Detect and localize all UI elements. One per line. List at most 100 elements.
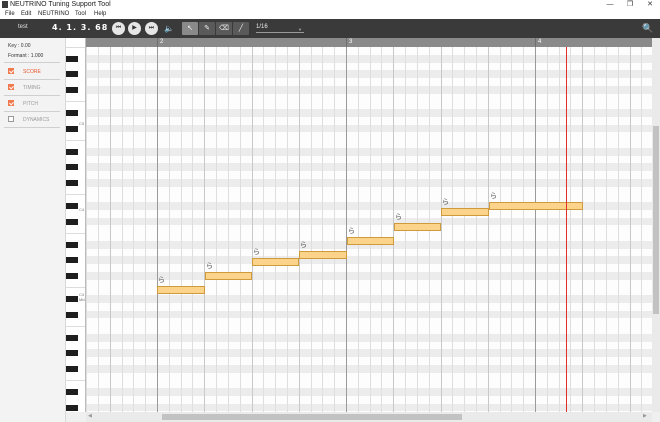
dynamics-label[interactable]: DYNAMICS — [23, 117, 49, 123]
divider — [4, 62, 60, 63]
grid-line — [181, 47, 182, 412]
grid-line — [86, 47, 87, 412]
minimize-button[interactable]: — — [600, 0, 620, 10]
black-key-row — [86, 388, 652, 396]
black-key[interactable] — [66, 350, 78, 357]
black-key-row — [86, 109, 652, 117]
grid-line — [452, 47, 453, 412]
black-key[interactable] — [66, 365, 78, 372]
note-block[interactable] — [252, 258, 299, 266]
black-key[interactable] — [66, 164, 78, 171]
black-key-row — [86, 364, 652, 373]
scroll-left-icon[interactable]: ◀ — [88, 413, 92, 419]
black-key[interactable] — [66, 110, 78, 116]
black-key[interactable] — [66, 148, 78, 155]
black-key[interactable] — [66, 179, 78, 186]
timeline-ruler[interactable]: 2 3 4 — [86, 38, 652, 47]
play-button[interactable]: ▶ — [128, 22, 141, 35]
black-key[interactable] — [66, 404, 78, 411]
score-label[interactable]: SCORE — [23, 69, 41, 75]
black-key[interactable] — [66, 272, 78, 279]
black-key[interactable] — [66, 125, 78, 132]
rewind-button[interactable]: ⏮ — [112, 22, 125, 35]
grid-line — [641, 47, 642, 412]
grid-line — [275, 47, 276, 412]
grid-line — [630, 47, 631, 412]
forward-button[interactable]: ⏭ — [145, 22, 158, 35]
black-key[interactable] — [66, 71, 78, 78]
bar-number-4: 4 — [538, 39, 542, 45]
white-key-divider — [66, 326, 85, 327]
search-icon[interactable]: 🔍 — [642, 22, 653, 35]
note-block[interactable] — [394, 223, 441, 231]
note-block[interactable] — [489, 202, 583, 210]
grid-line — [594, 47, 595, 412]
black-key[interactable] — [66, 389, 78, 395]
menu-tool[interactable]: Tool — [75, 11, 86, 18]
black-key[interactable] — [66, 334, 78, 341]
maximize-button[interactable]: ❐ — [620, 0, 640, 10]
grid-line — [322, 47, 323, 412]
note-lyric: ら — [158, 277, 165, 284]
grid-line — [547, 47, 548, 412]
scroll-right-icon[interactable]: ▶ — [643, 413, 647, 419]
grid-line — [358, 47, 359, 412]
horizontal-scrollbar[interactable]: ◀ ▶ — [86, 412, 652, 422]
octave-label: C5 — [79, 121, 85, 126]
piano-roll-grid[interactable]: らららららららら — [86, 47, 652, 412]
black-key[interactable] — [66, 311, 78, 318]
timing-checkbox[interactable] — [8, 84, 14, 90]
grid-line — [370, 47, 371, 412]
vertical-scroll-thumb[interactable] — [653, 126, 659, 314]
horizontal-scroll-thumb[interactable] — [162, 414, 462, 420]
note-lyric: ら — [206, 263, 213, 270]
pitch-label[interactable]: PITCH — [23, 101, 38, 107]
track-name: test — [18, 24, 28, 30]
vertical-scrollbar[interactable] — [652, 38, 660, 412]
control-panel: Key : 0.00 Formant : 1.000 SCORE TIMING … — [0, 38, 66, 422]
black-key[interactable] — [66, 296, 78, 302]
line-tool-button[interactable]: ╱ — [233, 22, 249, 35]
note-block[interactable] — [347, 237, 394, 245]
menu-bar: File Edit NEUTRINO Tool Help — [0, 10, 660, 19]
black-key[interactable] — [66, 241, 78, 248]
black-key[interactable] — [66, 55, 78, 62]
black-key-row — [86, 163, 652, 171]
grid-line — [192, 47, 193, 412]
menu-help[interactable]: Help — [94, 11, 106, 18]
grid-line — [618, 47, 619, 412]
timing-label[interactable]: TIMING — [23, 85, 41, 91]
position-display: 4. 1. 3. 68 — [52, 23, 109, 32]
piano-keyboard[interactable]: C5 C4 C4 Mid — [66, 38, 86, 412]
playhead[interactable] — [566, 47, 567, 412]
quantize-underline — [256, 32, 304, 33]
note-block[interactable] — [205, 272, 252, 280]
menu-neutrino[interactable]: NEUTRINO — [38, 11, 69, 18]
menu-edit[interactable]: Edit — [21, 11, 31, 18]
close-button[interactable]: ✕ — [640, 0, 660, 10]
formant-value: Formant : 1.000 — [8, 53, 44, 59]
note-block[interactable] — [157, 286, 205, 294]
eraser-tool-button[interactable]: ⌫ — [216, 22, 232, 35]
black-key[interactable] — [66, 86, 78, 93]
grid-line — [145, 47, 146, 412]
grid-line — [511, 47, 512, 412]
bar-number-3: 3 — [349, 39, 353, 45]
pencil-tool-button[interactable]: ✎ — [199, 22, 215, 35]
select-tool-button[interactable]: ↖ — [182, 22, 198, 35]
score-checkbox[interactable] — [8, 68, 14, 74]
black-key[interactable] — [66, 257, 78, 264]
dynamics-checkbox[interactable] — [8, 116, 14, 122]
note-block[interactable] — [299, 251, 347, 259]
note-block[interactable] — [441, 208, 489, 216]
grid-line — [582, 47, 583, 412]
white-key-divider — [66, 233, 85, 234]
grid-line — [122, 47, 123, 412]
black-key[interactable] — [66, 203, 78, 209]
menu-file[interactable]: File — [5, 11, 15, 18]
pitch-checkbox[interactable] — [8, 100, 14, 106]
black-key[interactable] — [66, 218, 78, 225]
chevron-down-icon[interactable]: ▼ — [298, 27, 302, 32]
quantize-select[interactable]: 1/16 — [256, 24, 268, 30]
volume-icon[interactable]: 🔈 — [164, 22, 174, 35]
